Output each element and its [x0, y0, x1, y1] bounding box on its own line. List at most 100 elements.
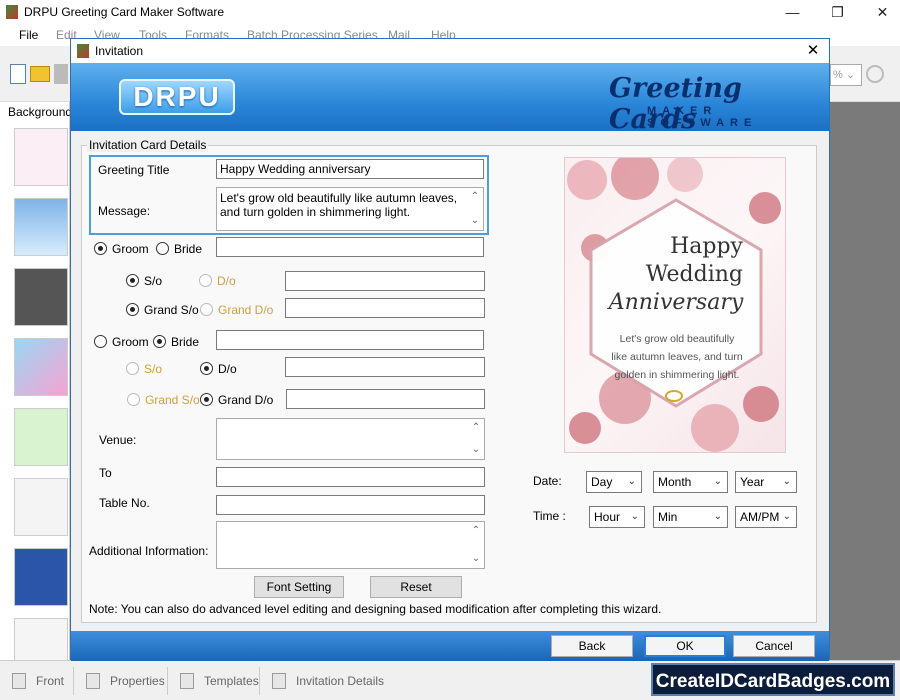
month-select[interactable]: Month ⌄ — [653, 471, 728, 493]
tab-properties[interactable]: Properties — [74, 667, 168, 695]
parent-name-input-1[interactable] — [285, 271, 485, 291]
tab-front[interactable]: Front — [0, 667, 74, 695]
table-no-label: Table No. — [99, 496, 150, 510]
invitation-dialog: Invitation ✕ DRPU Greeting Cards MAKER S… — [70, 38, 830, 661]
grand-do-radio-1[interactable] — [200, 303, 213, 316]
zoom-out-icon[interactable] — [866, 65, 884, 83]
background-thumb[interactable] — [14, 408, 68, 466]
minute-select[interactable]: Min ⌄ — [653, 506, 728, 528]
watermark-logo: CreateIDCardBadges.com — [651, 663, 895, 696]
chevron-down-icon: ⌄ — [713, 511, 722, 522]
groom-radio-2[interactable] — [94, 335, 107, 348]
time-label: Time : — [533, 509, 566, 523]
maximize-icon[interactable]: ❐ — [815, 0, 860, 24]
ampm-select[interactable]: AM/PM ⌄ — [735, 506, 797, 528]
additional-info-label: Additional Information: — [89, 544, 209, 558]
chevron-down-icon: ⌄ — [627, 476, 636, 487]
dialog-logo-icon — [77, 44, 89, 58]
card-preview: Happy Wedding Anniversary Let's grow old… — [564, 157, 786, 453]
so-radio-1[interactable] — [126, 274, 139, 287]
party1-name-input[interactable] — [216, 237, 484, 257]
additional-info-textarea[interactable]: ⌃ ⌄ — [216, 521, 485, 569]
chevron-down-icon: ⌄ — [782, 476, 791, 487]
grand-so-radio-2[interactable] — [127, 393, 140, 406]
hour-select[interactable]: Hour ⌄ — [589, 506, 645, 528]
canvas-area — [830, 102, 900, 660]
so-radio-2[interactable] — [126, 362, 139, 375]
app-logo-icon — [6, 5, 18, 19]
day-select[interactable]: Day ⌄ — [586, 471, 642, 493]
grand-do-radio-2[interactable] — [200, 393, 213, 406]
dialog-close-icon[interactable]: ✕ — [801, 41, 825, 61]
minimize-icon[interactable]: — — [770, 0, 815, 24]
background-thumb[interactable] — [14, 268, 68, 326]
parent-name-input-2[interactable] — [285, 357, 485, 377]
to-input[interactable] — [216, 467, 485, 487]
dialog-footer: Back OK Cancel — [71, 631, 829, 661]
grand-so-radio-1[interactable] — [126, 303, 139, 316]
background-thumb[interactable] — [14, 548, 68, 606]
background-thumb[interactable] — [14, 128, 68, 186]
background-thumb[interactable] — [14, 478, 68, 536]
cancel-button[interactable]: Cancel — [733, 635, 815, 657]
venue-textarea[interactable]: ⌃ ⌄ — [216, 418, 485, 460]
bride-label-2: Bride — [171, 335, 200, 349]
venue-scrollbar[interactable]: ⌃ ⌄ — [470, 421, 482, 457]
font-setting-button[interactable]: Font Setting — [254, 576, 344, 598]
table-no-input[interactable] — [216, 495, 485, 515]
panel-title: Background — [8, 105, 73, 119]
message-label: Message: — [98, 204, 151, 218]
banner-subtitle: MAKER SOFTWARE — [647, 105, 758, 129]
zoom-select[interactable]: % ⌄ — [830, 64, 862, 86]
open-folder-icon[interactable] — [30, 66, 50, 82]
so-label-2: S/o — [144, 362, 163, 376]
party2-name-input[interactable] — [216, 330, 484, 350]
app-title: DRPU Greeting Card Maker Software — [24, 5, 225, 19]
groom-radio-1[interactable] — [94, 242, 107, 255]
bride-radio-2[interactable] — [153, 335, 166, 348]
tab-label: Front — [36, 674, 65, 688]
grandparent-name-input-1[interactable] — [285, 298, 485, 318]
note-text: Note: You can also do advanced level edi… — [89, 602, 662, 616]
menu-file[interactable]: File — [19, 28, 38, 42]
do-radio-1[interactable] — [199, 274, 212, 287]
tab-templates[interactable]: Templates — [168, 667, 260, 695]
group-title: Invitation Card Details — [87, 138, 209, 152]
chevron-down-icon: ⌄ — [630, 511, 639, 522]
background-panel: Background — [0, 102, 73, 676]
message-scrollbar[interactable]: ⌃ ⌄ — [469, 190, 481, 228]
close-doc-icon[interactable] — [54, 64, 68, 84]
ok-button[interactable]: OK — [644, 635, 726, 657]
chevron-down-icon: ⌄ — [782, 511, 791, 522]
grandparent-name-input-2[interactable] — [286, 389, 485, 409]
tab-label: Properties — [110, 674, 165, 688]
minute-value: Min — [658, 510, 678, 524]
card-line-happy: Happy — [670, 234, 743, 259]
message-textarea[interactable]: Let's grow old beautifully like autumn l… — [216, 187, 484, 231]
templates-icon — [180, 673, 194, 689]
rings-icon — [665, 390, 683, 402]
close-icon[interactable]: ✕ — [860, 0, 900, 24]
drpu-logo: DRPU — [119, 79, 235, 115]
background-thumb[interactable] — [14, 338, 68, 396]
tab-label: Invitation Details — [296, 674, 385, 688]
greeting-title-input[interactable]: Happy Wedding anniversary — [216, 159, 484, 179]
do-radio-2[interactable] — [200, 362, 213, 375]
greeting-title-label: Greeting Title — [98, 163, 170, 177]
bride-radio-1[interactable] — [156, 242, 169, 255]
to-label: To — [99, 466, 112, 480]
year-select[interactable]: Year ⌄ — [735, 471, 797, 493]
new-file-icon[interactable] — [10, 64, 26, 84]
tab-invitation-details[interactable]: Invitation Details — [260, 667, 400, 695]
tab-label: Templates — [204, 674, 259, 688]
grand-so-label-2: Grand S/o — [145, 393, 200, 407]
grand-do-label-1: Grand D/o — [218, 303, 274, 317]
additional-info-scrollbar[interactable]: ⌃ ⌄ — [470, 524, 482, 566]
back-button[interactable]: Back — [551, 635, 633, 657]
background-thumb[interactable] — [14, 198, 68, 256]
properties-icon — [86, 673, 100, 689]
reset-button[interactable]: Reset — [370, 576, 462, 598]
bride-label-1: Bride — [174, 242, 203, 256]
grand-do-label-2: Grand D/o — [218, 393, 274, 407]
groom-label-2: Groom — [112, 335, 149, 349]
